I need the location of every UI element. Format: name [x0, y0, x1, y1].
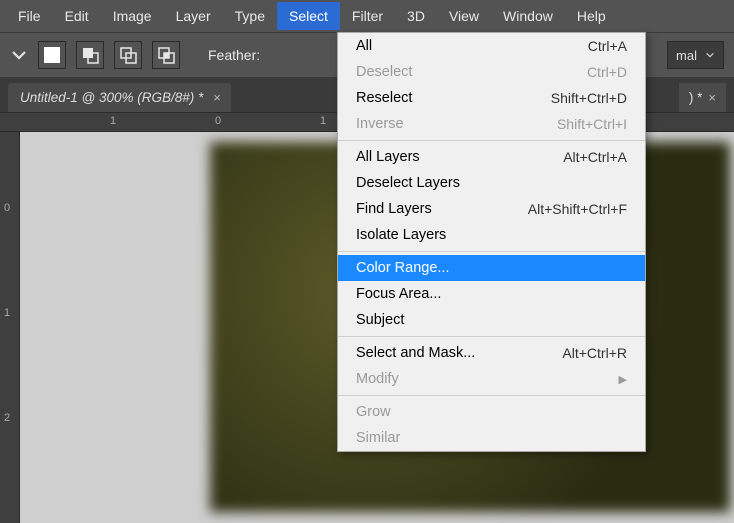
menu-item-label: Similar [356, 430, 400, 446]
document-tab-secondary[interactable]: ) * × [679, 83, 726, 112]
mode-dropdown[interactable]: mal [667, 41, 724, 69]
menu-item-label: Modify [356, 371, 399, 387]
tool-add-selection[interactable] [76, 41, 104, 69]
menu-help[interactable]: Help [565, 2, 618, 30]
menu-item-focus-area[interactable]: Focus Area... [338, 281, 645, 307]
menu-item-all-layers[interactable]: All Layers Alt+Ctrl+A [338, 144, 645, 170]
chevron-down-icon [705, 50, 715, 60]
menu-item-label: Focus Area... [356, 286, 441, 302]
menu-file[interactable]: File [6, 2, 53, 30]
menu-item-label: Find Layers [356, 201, 432, 217]
menu-shortcut: Alt+Shift+Ctrl+F [528, 201, 627, 217]
tool-subtract-selection[interactable] [114, 41, 142, 69]
menu-separator [338, 336, 645, 337]
ruler-tick: 0 [4, 202, 10, 214]
menu-type[interactable]: Type [223, 2, 277, 30]
chevron-down-icon[interactable] [10, 46, 28, 64]
menu-item-similar: Similar [338, 425, 645, 451]
menu-layer[interactable]: Layer [164, 2, 223, 30]
menu-item-subject[interactable]: Subject [338, 307, 645, 333]
squares-subtract-icon [118, 45, 138, 65]
menu-item-label: Color Range... [356, 260, 450, 276]
ruler-tick: 0 [215, 115, 221, 127]
feather-label: Feather: [208, 47, 260, 63]
menu-window[interactable]: Window [491, 2, 565, 30]
menu-view[interactable]: View [437, 2, 491, 30]
document-tab-suffix: ) * [689, 90, 703, 105]
menu-item-label: All Layers [356, 149, 420, 165]
squares-overlap-icon [80, 45, 100, 65]
menu-item-color-range[interactable]: Color Range... [338, 255, 645, 281]
menu-shortcut: Ctrl+D [587, 64, 627, 80]
menu-item-label: Inverse [356, 116, 404, 132]
menu-item-find-layers[interactable]: Find Layers Alt+Shift+Ctrl+F [338, 196, 645, 222]
menu-item-select-and-mask[interactable]: Select and Mask... Alt+Ctrl+R [338, 340, 645, 366]
tool-intersect-selection[interactable] [152, 41, 180, 69]
menu-item-grow: Grow [338, 399, 645, 425]
menu-item-all[interactable]: All Ctrl+A [338, 33, 645, 59]
menu-select[interactable]: Select [277, 2, 340, 30]
ruler-tick: 2 [4, 412, 10, 424]
document-tab-primary[interactable]: Untitled-1 @ 300% (RGB/8#) * × [8, 83, 231, 112]
menu-item-deselect: Deselect Ctrl+D [338, 59, 645, 85]
ruler-tick: 1 [320, 115, 326, 127]
ruler-tick: 1 [110, 115, 116, 127]
menubar: File Edit Image Layer Type Select Filter… [0, 0, 734, 32]
tool-marquee-rect[interactable] [38, 41, 66, 69]
menu-shortcut: Alt+Ctrl+A [563, 149, 627, 165]
menu-edit[interactable]: Edit [53, 2, 101, 30]
menu-separator [338, 140, 645, 141]
menu-item-label: Subject [356, 312, 404, 328]
mode-dropdown-value: mal [676, 48, 697, 63]
close-icon[interactable]: × [213, 90, 221, 105]
select-menu-dropdown: All Ctrl+A Deselect Ctrl+D Reselect Shift+Ctr… [337, 32, 646, 452]
menu-separator [338, 395, 645, 396]
menu-separator [338, 251, 645, 252]
menu-item-isolate-layers[interactable]: Isolate Layers [338, 222, 645, 248]
menu-item-label: Grow [356, 404, 391, 420]
menu-shortcut: Alt+Ctrl+R [562, 345, 627, 361]
menu-item-modify: Modify ▶ [338, 366, 645, 392]
menu-item-inverse: Inverse Shift+Ctrl+I [338, 111, 645, 137]
close-icon[interactable]: × [708, 90, 716, 105]
menu-item-deselect-layers[interactable]: Deselect Layers [338, 170, 645, 196]
menu-shortcut: Shift+Ctrl+I [557, 116, 627, 132]
menu-item-reselect[interactable]: Reselect Shift+Ctrl+D [338, 85, 645, 111]
menu-3d[interactable]: 3D [395, 2, 437, 30]
menu-item-label: Reselect [356, 90, 412, 106]
menu-filter[interactable]: Filter [340, 2, 395, 30]
menu-shortcut: Ctrl+A [588, 38, 627, 54]
menu-shortcut: Shift+Ctrl+D [551, 90, 627, 106]
menu-item-label: Isolate Layers [356, 227, 446, 243]
rectangle-icon [44, 47, 60, 63]
ruler-vertical: 0 1 2 [0, 132, 20, 523]
ruler-tick: 1 [4, 307, 10, 319]
menu-item-label: Deselect [356, 64, 412, 80]
squares-intersect-icon [156, 45, 176, 65]
menu-item-label: All [356, 38, 372, 54]
menu-image[interactable]: Image [101, 2, 164, 30]
menu-item-label: Deselect Layers [356, 175, 460, 191]
document-tab-title: Untitled-1 @ 300% (RGB/8#) * [20, 90, 203, 105]
chevron-right-icon: ▶ [619, 373, 627, 386]
menu-item-label: Select and Mask... [356, 345, 475, 361]
